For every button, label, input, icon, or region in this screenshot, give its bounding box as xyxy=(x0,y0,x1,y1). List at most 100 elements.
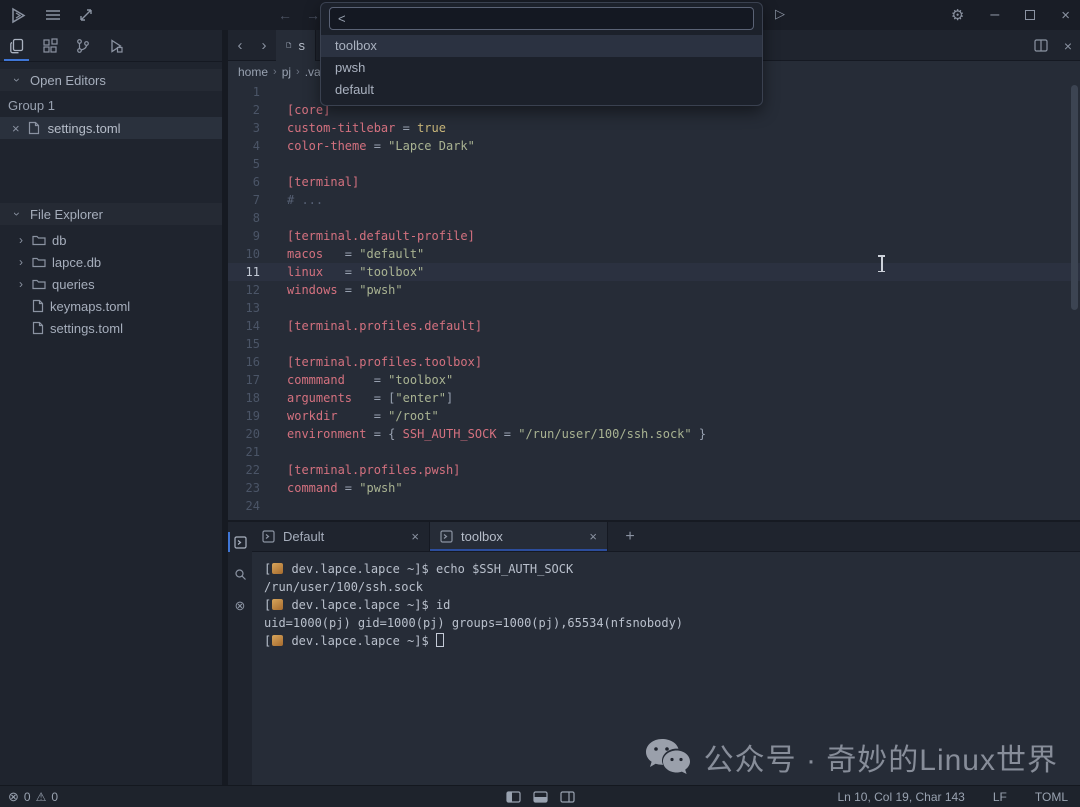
plugins-panel-icon[interactable] xyxy=(33,30,66,61)
file-explorer-header[interactable]: › File Explorer xyxy=(0,203,222,225)
line-number: 12 xyxy=(228,281,268,299)
open-editor-label: settings.toml xyxy=(48,121,121,136)
line-number: 7 xyxy=(228,191,268,209)
code-line[interactable]: 12windows = "pwsh" xyxy=(228,281,1080,299)
line-number: 19 xyxy=(228,407,268,425)
source-control-panel-icon[interactable] xyxy=(66,30,99,61)
terminal-line: /run/user/100/ssh.sock xyxy=(264,578,1080,596)
line-number: 5 xyxy=(228,155,268,173)
code-line[interactable]: 3custom-titlebar = true xyxy=(228,119,1080,137)
new-terminal-button[interactable]: + xyxy=(608,522,652,551)
code-line[interactable]: 21 xyxy=(228,443,1080,461)
file-icon xyxy=(286,38,292,52)
close-editor-icon[interactable]: × xyxy=(1064,38,1072,54)
code-view[interactable]: 12[core]3custom-titlebar = true4color-th… xyxy=(228,82,1080,515)
terminal-tab-label: toolbox xyxy=(461,529,581,544)
editor-tab-settings-toml[interactable]: s xyxy=(276,30,316,61)
wechat-icon xyxy=(644,737,692,777)
terminal-tab-toolbox[interactable]: toolbox × xyxy=(430,522,608,551)
terminal-panel-icon[interactable] xyxy=(228,526,252,558)
code-line[interactable]: 23command = "pwsh" xyxy=(228,479,1080,497)
editor-scrollbar[interactable] xyxy=(1071,85,1078,310)
toggle-left-panel-icon[interactable] xyxy=(506,791,521,803)
open-editors-list: × settings.toml xyxy=(0,117,222,139)
file-explorer-label: File Explorer xyxy=(30,207,103,222)
explorer-item-settings.toml[interactable]: settings.toml xyxy=(0,317,222,339)
forward-arrow-icon[interactable]: → xyxy=(306,7,320,23)
forward-chevron-icon[interactable]: › xyxy=(252,37,276,54)
menu-icon[interactable] xyxy=(45,9,61,21)
line-number: 22 xyxy=(228,461,268,479)
palette-item-toolbox[interactable]: toolbox xyxy=(321,35,762,57)
close-icon[interactable]: × xyxy=(411,529,419,544)
code-line[interactable]: 5 xyxy=(228,155,1080,173)
code-line[interactable]: 15 xyxy=(228,335,1080,353)
breadcrumb-segment[interactable]: pj xyxy=(282,65,291,79)
code-line[interactable]: 24 xyxy=(228,497,1080,515)
code-line[interactable]: 11linux = "toolbox" xyxy=(228,263,1080,281)
toggle-bottom-panel-icon[interactable] xyxy=(533,791,548,803)
breadcrumb-segment[interactable]: .va xyxy=(305,65,321,79)
files-panel-icon[interactable] xyxy=(0,30,33,61)
code-line[interactable]: 19workdir = "/root" xyxy=(228,407,1080,425)
code-line-content: custom-titlebar = true xyxy=(268,119,446,137)
panel-icon-bar xyxy=(0,30,222,62)
code-line[interactable]: 8 xyxy=(228,209,1080,227)
split-editor-icon[interactable] xyxy=(1034,39,1048,52)
palette-input[interactable]: < xyxy=(329,7,754,30)
code-line[interactable]: 9[terminal.default-profile] xyxy=(228,227,1080,245)
code-line[interactable]: 4color-theme = "Lapce Dark" xyxy=(228,137,1080,155)
breadcrumb-segment[interactable]: home xyxy=(238,65,268,79)
line-number: 21 xyxy=(228,443,268,461)
open-editors-header[interactable]: › Open Editors xyxy=(0,69,222,91)
explorer-item-db[interactable]: ›db xyxy=(0,229,222,251)
open-editor-item-settings.toml[interactable]: × settings.toml xyxy=(0,117,222,139)
code-line-content: commmand = "toolbox" xyxy=(268,371,453,389)
terminal-tab-Default[interactable]: Default× xyxy=(252,522,430,551)
line-number: 23 xyxy=(228,479,268,497)
settings-gear-icon[interactable]: ⚙ xyxy=(951,6,964,24)
close-button[interactable]: × xyxy=(1061,7,1070,24)
debug-panel-icon[interactable] xyxy=(99,30,132,61)
search-panel-icon[interactable] xyxy=(228,558,252,590)
file-icon xyxy=(32,299,44,313)
code-line-content xyxy=(268,209,287,227)
code-line-content: [terminal.profiles.pwsh] xyxy=(268,461,460,479)
code-line[interactable]: 20environment = { SSH_AUTH_SOCK = "/run/… xyxy=(228,425,1080,443)
close-icon[interactable]: × xyxy=(589,529,597,544)
explorer-item-lapce.db[interactable]: ›lapce.db xyxy=(0,251,222,273)
toolbox-prompt-icon xyxy=(272,635,283,646)
code-line-content: windows = "pwsh" xyxy=(268,281,403,299)
palette-item-default[interactable]: default xyxy=(321,79,762,101)
terminal-tab-bar: Default× toolbox × + xyxy=(252,522,1080,552)
code-line[interactable]: 16[terminal.profiles.toolbox] xyxy=(228,353,1080,371)
code-line[interactable]: 14[terminal.profiles.default] xyxy=(228,317,1080,335)
toggle-right-panel-icon[interactable] xyxy=(560,791,575,803)
maximize-button[interactable] xyxy=(1025,10,1035,20)
minimize-button[interactable]: – xyxy=(990,6,999,24)
remote-connection-icon[interactable] xyxy=(79,8,93,22)
back-chevron-icon[interactable]: ‹ xyxy=(228,37,252,54)
close-icon[interactable]: × xyxy=(12,121,20,136)
code-line[interactable]: 18arguments = ["enter"] xyxy=(228,389,1080,407)
code-line[interactable]: 7# ... xyxy=(228,191,1080,209)
code-line[interactable]: 10macos = "default" xyxy=(228,245,1080,263)
code-line-content: macos = "default" xyxy=(268,245,424,263)
line-number: 15 xyxy=(228,335,268,353)
explorer-item-keymaps.toml[interactable]: keymaps.toml xyxy=(0,295,222,317)
explorer-item-queries[interactable]: ›queries xyxy=(0,273,222,295)
code-line[interactable]: 13 xyxy=(228,299,1080,317)
code-line[interactable]: 22[terminal.profiles.pwsh] xyxy=(228,461,1080,479)
command-palette: < toolboxpwshdefault xyxy=(320,2,763,106)
line-number: 9 xyxy=(228,227,268,245)
line-number: 8 xyxy=(228,209,268,227)
run-icon[interactable]: ▷ xyxy=(775,6,785,22)
palette-item-pwsh[interactable]: pwsh xyxy=(321,57,762,79)
line-number: 17 xyxy=(228,371,268,389)
code-line[interactable]: 6[terminal] xyxy=(228,173,1080,191)
problems-panel-icon[interactable]: ⊗ xyxy=(228,590,252,622)
breadcrumb-separator: › xyxy=(296,66,300,78)
back-arrow-icon[interactable]: ← xyxy=(278,7,292,23)
editor-tab-label: s xyxy=(299,38,306,53)
code-line[interactable]: 17commmand = "toolbox" xyxy=(228,371,1080,389)
